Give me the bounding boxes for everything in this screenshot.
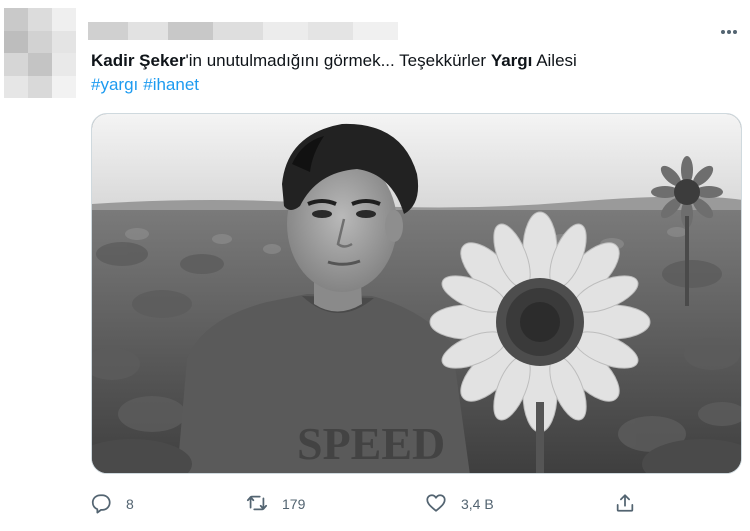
retweet-icon (246, 492, 268, 517)
mention-name: Kadir Şeker (91, 51, 186, 70)
avatar[interactable] (4, 8, 76, 98)
like-button[interactable]: 3,4 B (425, 486, 494, 522)
show-name: Yargı (490, 51, 533, 70)
tweet-text: Kadir Şeker'in unutulmadığını görmek... … (91, 49, 731, 73)
tweet-actions: 8 179 3,4 B (0, 486, 750, 522)
reply-count: 8 (126, 496, 134, 512)
share-icon (614, 492, 636, 517)
tweet-text-part: Ailesi (532, 51, 577, 70)
more-options-icon[interactable] (716, 24, 742, 40)
photo-illustration: SPEED (92, 114, 741, 473)
reply-button[interactable]: 8 (90, 486, 134, 522)
reply-icon (90, 492, 112, 517)
tweet-photo[interactable]: SPEED (91, 113, 742, 474)
like-icon (425, 492, 447, 517)
hashtag-link[interactable]: #ihanet (143, 75, 199, 94)
shirt-print: SPEED (297, 418, 445, 469)
tweet[interactable]: Kadir Şeker'in unutulmadığını görmek... … (0, 0, 750, 531)
retweet-count: 179 (282, 496, 306, 512)
author-header-redacted (88, 22, 398, 40)
tweet-text-part: 'in unutulmadığını görmek... Teşekkürler (185, 51, 491, 70)
share-button[interactable] (614, 486, 636, 522)
retweet-button[interactable]: 179 (246, 486, 305, 522)
like-count: 3,4 B (461, 496, 494, 512)
hashtag-list: #yargı #ihanet (91, 73, 204, 97)
hashtag-link[interactable]: #yargı (91, 75, 138, 94)
